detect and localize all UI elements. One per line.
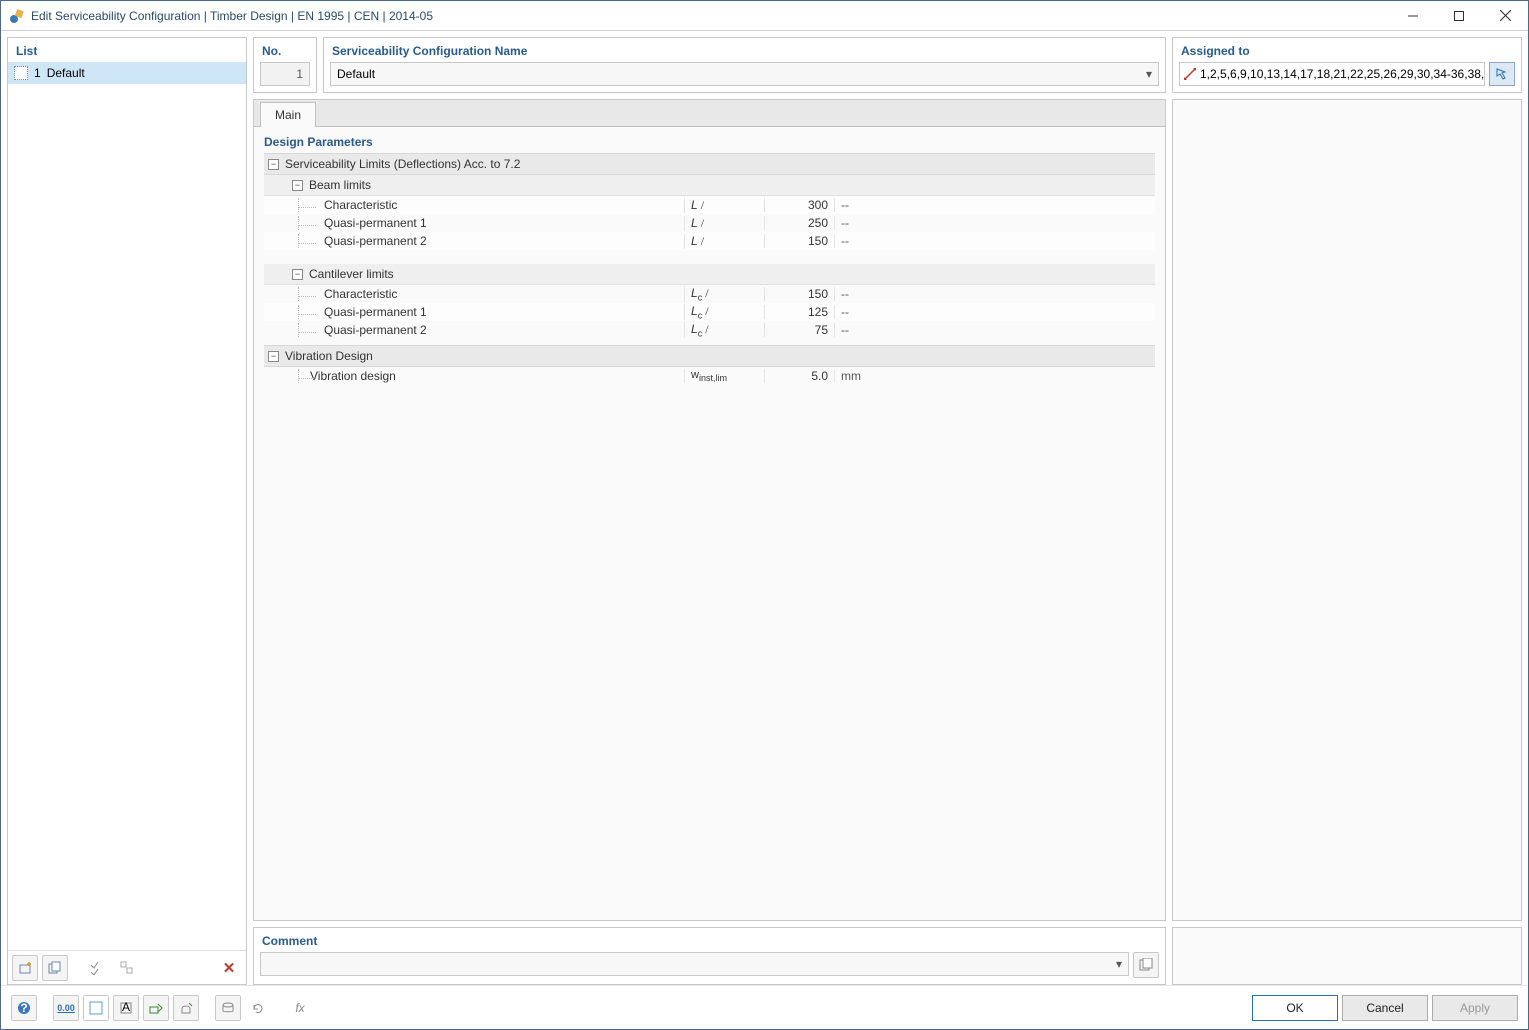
parameters-tree: −Serviceability Limits (Deflections) Acc…	[264, 153, 1155, 385]
tab-body-main: Design Parameters −Serviceability Limits…	[254, 126, 1165, 920]
collapse-icon[interactable]: −	[268, 351, 279, 362]
ok-button[interactable]: OK	[1252, 995, 1338, 1021]
number-header: No.	[254, 38, 316, 62]
app-icon	[9, 8, 25, 24]
chevron-down-icon: ▾	[1146, 67, 1152, 81]
list-toolbar: ✕	[8, 950, 246, 984]
param-row[interactable]: Quasi-permanent 1L /250--	[264, 214, 1155, 232]
minimize-button[interactable]	[1390, 1, 1436, 31]
param-row[interactable]: Quasi-permanent 1Lc /125--	[264, 303, 1155, 321]
apply-button[interactable]: Apply	[1432, 995, 1518, 1021]
comment-library-button[interactable]	[1133, 952, 1159, 978]
param-row[interactable]: CharacteristicL /300--	[264, 196, 1155, 214]
comment-header: Comment	[254, 928, 1165, 952]
units-button[interactable]: 0.00	[53, 995, 79, 1021]
param-row[interactable]: Vibration designwinst,lim5.0mm	[264, 367, 1155, 385]
collapse-icon[interactable]: −	[292, 180, 303, 191]
collapse-icon[interactable]: −	[292, 269, 303, 280]
function-button[interactable]: fx	[287, 995, 313, 1021]
tab-bar: Main	[254, 100, 1165, 126]
window: Edit Serviceability Configuration | Timb…	[0, 0, 1529, 1030]
list-item-num: 1	[34, 66, 41, 80]
svg-text:?: ?	[20, 1001, 27, 1015]
tab-main[interactable]: Main	[260, 102, 316, 127]
maximize-button[interactable]	[1436, 1, 1482, 31]
export-button[interactable]	[173, 995, 199, 1021]
delete-item-button[interactable]: ✕	[216, 955, 242, 981]
help-button[interactable]: ?	[11, 995, 37, 1021]
config-list[interactable]: 1 Default	[8, 62, 246, 950]
view-button[interactable]	[83, 995, 109, 1021]
import-button[interactable]	[143, 995, 169, 1021]
window-title: Edit Serviceability Configuration | Timb…	[31, 9, 433, 23]
members-icon	[1184, 68, 1196, 80]
list-item[interactable]: 1 Default	[8, 62, 246, 84]
comment-combo[interactable]: ▾	[260, 952, 1129, 976]
collapse-icon[interactable]: −	[268, 159, 279, 170]
number-panel: No. 1	[253, 37, 317, 93]
name-panel: Serviceability Configuration Name Defaul…	[323, 37, 1166, 93]
dialog-footer: ? 0.00 A fx OK Cancel Apply	[1, 985, 1528, 1029]
svg-text:fx: fx	[295, 1001, 305, 1015]
cancel-button[interactable]: Cancel	[1342, 995, 1428, 1021]
copy-item-button[interactable]	[42, 955, 68, 981]
assigned-field[interactable]: 1,2,5,6,9,10,13,14,17,18,21,22,25,26,29,…	[1179, 62, 1485, 86]
titlebar: Edit Serviceability Configuration | Timb…	[1, 1, 1528, 31]
group-vibration-design[interactable]: −Vibration Design	[264, 345, 1155, 367]
check-all-button[interactable]	[84, 955, 110, 981]
name-header: Serviceability Configuration Name	[324, 38, 1165, 62]
pick-members-button[interactable]	[1489, 62, 1515, 86]
assigned-value: 1,2,5,6,9,10,13,14,17,18,21,22,25,26,29,…	[1200, 67, 1485, 81]
subgroup-cantilever-limits[interactable]: −Cantilever limits	[264, 264, 1155, 285]
list-checkbox-icon[interactable]	[14, 66, 28, 80]
group-serviceability-limits[interactable]: −Serviceability Limits (Deflections) Acc…	[264, 153, 1155, 175]
param-row[interactable]: CharacteristicLc /150--	[264, 285, 1155, 303]
list-panel: List 1 Default ✕	[7, 37, 247, 985]
reset-button[interactable]	[245, 995, 271, 1021]
assigned-panel: Assigned to 1,2,5,6,9,10,13,14,17,18,21,…	[1172, 37, 1522, 93]
preview-panel	[1172, 99, 1522, 921]
svg-text:A: A	[122, 1001, 130, 1014]
tabs-panel: Main Design Parameters −Serviceability L…	[253, 99, 1166, 921]
list-item-name: Default	[47, 66, 85, 80]
name-combo[interactable]: Default ▾	[330, 62, 1159, 86]
name-value: Default	[337, 67, 375, 81]
copy-config-button[interactable]	[215, 995, 241, 1021]
design-parameters-title: Design Parameters	[264, 135, 1155, 149]
annotations-button[interactable]: A	[113, 995, 139, 1021]
list-header: List	[8, 38, 246, 62]
bottom-right-panel	[1172, 927, 1522, 985]
number-field[interactable]: 1	[260, 62, 310, 86]
subgroup-beam-limits[interactable]: −Beam limits	[264, 175, 1155, 196]
param-row[interactable]: Quasi-permanent 2L /150--	[264, 232, 1155, 250]
assigned-header: Assigned to	[1173, 38, 1521, 62]
chevron-down-icon: ▾	[1116, 957, 1122, 971]
comment-panel: Comment ▾	[253, 927, 1166, 985]
close-button[interactable]	[1482, 1, 1528, 31]
new-item-button[interactable]	[12, 955, 38, 981]
param-row[interactable]: Quasi-permanent 2Lc /75--	[264, 321, 1155, 339]
uncheck-all-button[interactable]	[114, 955, 140, 981]
